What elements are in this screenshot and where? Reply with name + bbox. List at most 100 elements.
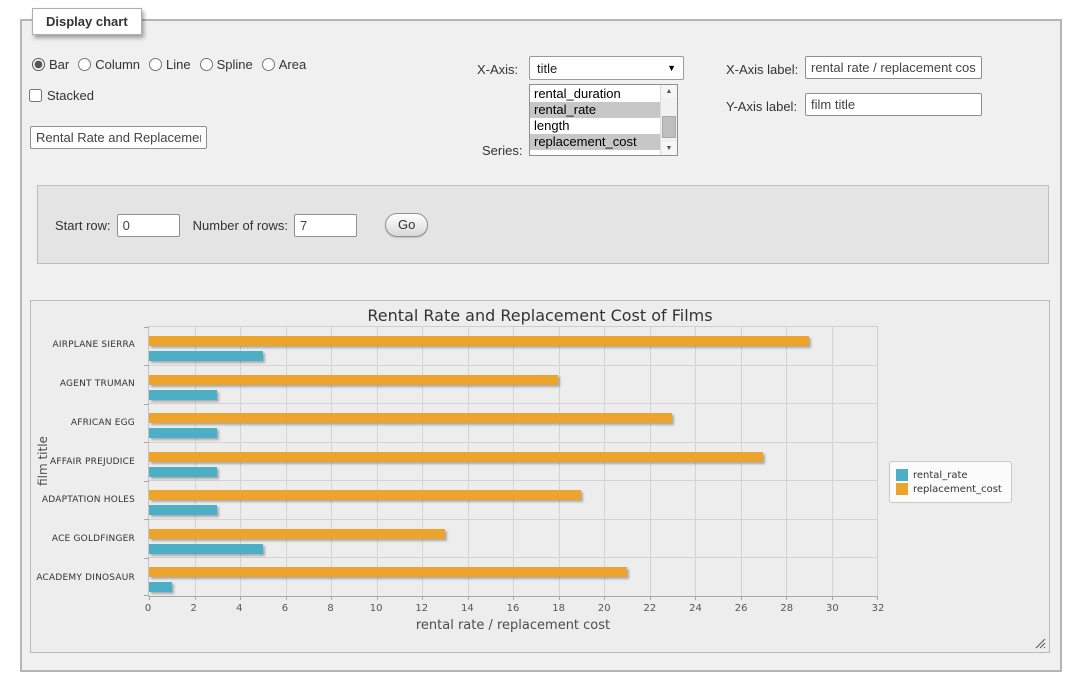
- chart-type-radio-spline[interactable]: [200, 58, 213, 71]
- y-tick-mark: [144, 442, 149, 443]
- legend-item-replacement_cost[interactable]: replacement_cost: [896, 483, 1002, 495]
- bar-replacement_cost[interactable]: [149, 336, 809, 346]
- chart-type-radio-column[interactable]: [78, 58, 91, 71]
- legend-label: replacement_cost: [913, 484, 1002, 495]
- bar-rental_rate[interactable]: [149, 582, 172, 592]
- x-axis-selected-value: title: [537, 61, 557, 76]
- chart-type-option-spline: Spline: [200, 57, 253, 72]
- stacked-label: Stacked: [47, 88, 94, 103]
- go-button[interactable]: Go: [385, 213, 428, 237]
- bar-replacement_cost[interactable]: [149, 490, 581, 500]
- series-select-label: Series:: [482, 143, 522, 158]
- series-option-length[interactable]: length: [530, 118, 660, 134]
- chart-type-radio-group: BarColumnLineSplineArea: [32, 57, 306, 72]
- x-tick-mark: [513, 596, 514, 600]
- chart-type-radio-area[interactable]: [262, 58, 275, 71]
- chart-type-radio-line[interactable]: [149, 58, 162, 71]
- chart-band-african-egg: [149, 404, 877, 443]
- bar-rental_rate[interactable]: [149, 351, 263, 361]
- chart-type-radio-label: Column: [95, 57, 140, 72]
- category-label: ACADEMY DINOSAUR: [31, 558, 142, 597]
- stacked-row: Stacked: [29, 88, 94, 103]
- resize-grip-icon[interactable]: [1035, 638, 1046, 649]
- y-tick-mark: [144, 327, 149, 328]
- bar-replacement_cost[interactable]: [149, 529, 445, 539]
- x-axis-label-input[interactable]: [805, 56, 982, 79]
- x-tick-mark: [331, 596, 332, 600]
- series-option-rental_rate[interactable]: rental_rate: [530, 102, 660, 118]
- start-row-input[interactable]: [117, 214, 180, 237]
- chart-type-option-column: Column: [78, 57, 140, 72]
- x-tick-mark: [240, 596, 241, 600]
- bar-rental_rate[interactable]: [149, 428, 217, 438]
- chart-band-affair-prejudice: [149, 443, 877, 482]
- y-tick-mark: [144, 595, 149, 596]
- bar-replacement_cost[interactable]: [149, 567, 627, 577]
- x-axis-select[interactable]: title ▼: [529, 56, 684, 80]
- chart-x-tick-labels: 02468101214161820222426283032: [148, 603, 878, 615]
- series-scrollbar[interactable]: ▲ ▼: [660, 85, 677, 155]
- chart-type-radio-label: Line: [166, 57, 191, 72]
- x-tick-mark: [422, 596, 423, 600]
- chart-title: Rental Rate and Replacement Cost of Film…: [31, 306, 1049, 325]
- category-label: AFRICAN EGG: [31, 403, 142, 442]
- y-axis-label-label: Y-Axis label:: [726, 99, 797, 114]
- x-tick-label: 4: [236, 603, 242, 614]
- bar-rental_rate[interactable]: [149, 505, 217, 515]
- x-tick-mark: [877, 596, 878, 600]
- row-range-controls: Start row: Number of rows: Go: [55, 213, 428, 237]
- chart-container: Rental Rate and Replacement Cost of Film…: [30, 300, 1050, 653]
- series-option-replacement_cost[interactable]: replacement_cost: [530, 134, 660, 150]
- category-label: AIRPLANE SIERRA: [31, 326, 142, 365]
- series-option-rental_duration[interactable]: rental_duration: [530, 86, 660, 102]
- scrollbar-down-icon[interactable]: ▼: [661, 142, 677, 155]
- scrollbar-up-icon[interactable]: ▲: [661, 85, 677, 98]
- x-tick-label: 0: [145, 603, 151, 614]
- y-tick-mark: [144, 404, 149, 405]
- x-tick-mark: [695, 596, 696, 600]
- chart-band-adaptation-holes: [149, 481, 877, 520]
- number-of-rows-input[interactable]: [294, 214, 357, 237]
- legend-label: rental_rate: [913, 470, 968, 481]
- chart-band-agent-truman: [149, 366, 877, 405]
- bar-rental_rate[interactable]: [149, 390, 217, 400]
- category-label: AGENT TRUMAN: [31, 365, 142, 404]
- bar-replacement_cost[interactable]: [149, 375, 558, 385]
- bar-rental_rate[interactable]: [149, 467, 217, 477]
- chart-title-input[interactable]: [30, 126, 207, 149]
- bar-replacement_cost[interactable]: [149, 452, 763, 462]
- x-tick-mark: [786, 596, 787, 600]
- x-tick-label: 20: [598, 603, 611, 614]
- x-tick-label: 8: [327, 603, 333, 614]
- chart-type-radio-bar[interactable]: [32, 58, 45, 71]
- chart-plot-area: [148, 326, 878, 597]
- x-tick-mark: [468, 596, 469, 600]
- scrollbar-thumb[interactable]: [662, 116, 676, 138]
- category-label: ADAPTATION HOLES: [31, 481, 142, 520]
- y-tick-mark: [144, 481, 149, 482]
- x-tick-label: 14: [461, 603, 474, 614]
- y-axis-label-input[interactable]: [805, 93, 982, 116]
- y-tick-mark: [144, 365, 149, 366]
- dropdown-arrow-icon: ▼: [667, 63, 676, 73]
- bar-rental_rate[interactable]: [149, 544, 263, 554]
- start-row-label: Start row:: [55, 218, 111, 233]
- chart-x-axis-title: rental rate / replacement cost: [148, 618, 878, 633]
- bar-replacement_cost[interactable]: [149, 413, 672, 423]
- stacked-checkbox[interactable]: [29, 89, 42, 102]
- x-tick-mark: [741, 596, 742, 600]
- chart-type-radio-label: Spline: [217, 57, 253, 72]
- category-label: ACE GOLDFINGER: [31, 520, 142, 559]
- x-tick-mark: [286, 596, 287, 600]
- series-options: rental_durationrental_ratelengthreplacem…: [530, 85, 660, 155]
- x-tick-label: 28: [780, 603, 793, 614]
- chart-bars: [149, 327, 877, 596]
- x-tick-mark: [559, 596, 560, 600]
- legend-item-rental_rate[interactable]: rental_rate: [896, 469, 1002, 481]
- x-tick-label: 32: [872, 603, 885, 614]
- row-range-panel: Start row: Number of rows: Go: [37, 185, 1049, 264]
- series-listbox[interactable]: rental_durationrental_ratelengthreplacem…: [529, 84, 678, 156]
- x-tick-label: 26: [735, 603, 748, 614]
- legend-swatch-icon: [896, 483, 908, 495]
- x-axis-select-label: X-Axis:: [477, 62, 518, 77]
